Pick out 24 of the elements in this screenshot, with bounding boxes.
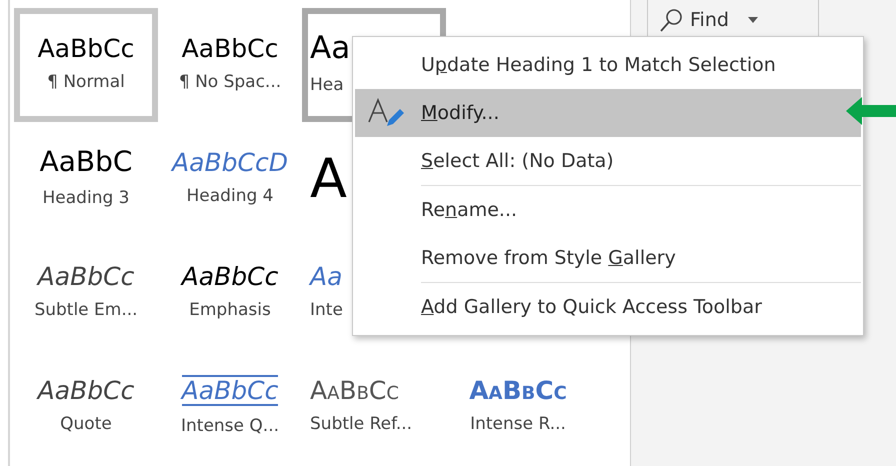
- style-preview: AaBbCcD: [172, 148, 288, 176]
- style-preview: AaBbCc: [310, 376, 399, 404]
- style-preview: AaBbCc: [38, 262, 134, 290]
- style-preview: AaBbCc: [182, 34, 278, 62]
- style-preview: AaBbCc: [469, 376, 567, 404]
- style-preview: AaBbC: [40, 146, 132, 178]
- style-name: Intense Q...: [181, 415, 279, 438]
- style-preview: AaBbCc: [38, 34, 134, 62]
- style-name: Subtle Em...: [34, 299, 138, 322]
- style-name: Intense R...: [470, 413, 566, 436]
- style-name: Quote: [60, 413, 112, 436]
- style-preview: AaBbCc: [182, 374, 278, 406]
- style-name: Heading 3: [42, 186, 130, 210]
- style-preview: Aa: [310, 262, 342, 290]
- style-name: ¶ No Spac...: [178, 71, 282, 94]
- style-name: ¶ Normal: [47, 71, 125, 94]
- style-name: Inte: [310, 299, 343, 322]
- style-name: Emphasis: [189, 299, 271, 322]
- style-preview: AaBbCc: [182, 262, 278, 290]
- style-preview: AaBbCc: [38, 376, 134, 404]
- style-preview: Aa: [310, 31, 350, 66]
- style-name: Heading 4: [186, 185, 274, 208]
- style-name: Subtle Ref...: [310, 413, 412, 436]
- style-name: Hea: [310, 74, 344, 98]
